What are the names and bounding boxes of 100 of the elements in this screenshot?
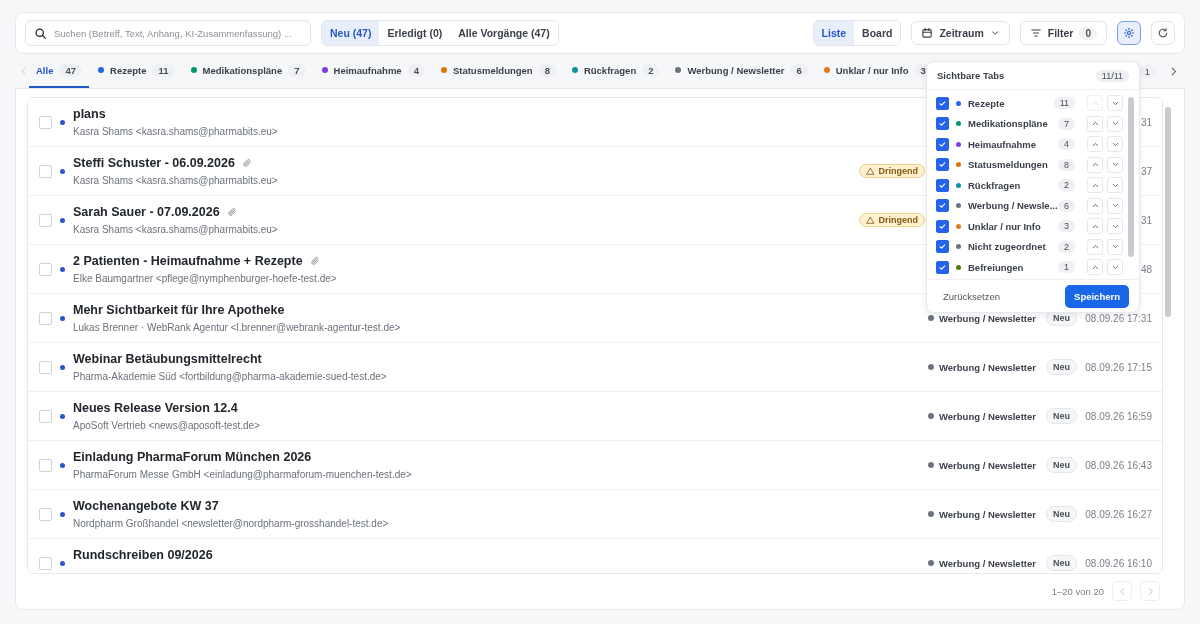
warning-icon [865, 166, 875, 176]
move-up-button[interactable] [1087, 136, 1103, 153]
paperclip-icon [309, 255, 320, 266]
popover-title: Sichtbare Tabs [937, 70, 1005, 81]
mail-time: 08.09.26 16:27 [1085, 508, 1152, 520]
period-dropdown[interactable]: Zeitraum [911, 21, 1010, 45]
tab-label: Medikationspläne [968, 118, 1049, 130]
tab-label: Statusmeldungen [968, 159, 1049, 171]
status-filter-tab[interactable]: Neu (47) [322, 21, 380, 45]
mail-sender: Pharma-Akademie Süd <fortbildung@pharma-akademie-sued-test.de> [73, 370, 388, 383]
category-tab[interactable]: Rezepte 11 [91, 54, 182, 88]
scrollbar-thumb[interactable] [1165, 107, 1171, 317]
row-checkbox[interactable] [39, 360, 52, 374]
move-down-button[interactable] [1107, 177, 1123, 194]
urgent-badge: Dringend [858, 164, 925, 178]
row-checkbox[interactable] [39, 507, 52, 521]
row-checkbox[interactable] [39, 409, 52, 423]
category-tab[interactable]: Heimaufnahme 4 [314, 54, 432, 88]
tab-count: 7 [1058, 117, 1075, 130]
mail-time: 48 [1140, 263, 1152, 275]
tab-checkbox[interactable] [936, 137, 949, 151]
tab-checkbox[interactable] [936, 96, 949, 110]
tab-checkbox[interactable] [936, 117, 949, 131]
status-badge: Neu [1046, 408, 1077, 424]
calendar-icon [921, 27, 934, 39]
page-range: 1–20 von 20 [1051, 585, 1104, 597]
mail-sender: Nordpharm Großhandel <newsletter@nordpharm-grosshandel-test.de> [73, 517, 390, 530]
tab-checkbox[interactable] [936, 158, 949, 172]
move-down-button[interactable] [1107, 259, 1123, 276]
reset-button[interactable]: Zurücksetzen [943, 290, 1001, 302]
move-down-button[interactable] [1107, 136, 1123, 153]
move-down-button[interactable] [1107, 95, 1123, 112]
category-tab[interactable]: Rückfragen 2 [564, 54, 667, 88]
tab-count: 8 [538, 63, 556, 77]
mail-sender: Kasra Shams <kasra.shams@pharmabits.eu> [73, 125, 279, 138]
paperclip-icon [226, 206, 237, 217]
move-up-button[interactable] [1087, 156, 1103, 173]
mail-time: 08.09.26 16:10 [1085, 557, 1152, 569]
move-down-button[interactable] [1107, 115, 1123, 132]
tab-checkbox[interactable] [936, 260, 949, 274]
chevron-left-icon[interactable] [19, 66, 29, 76]
search-field[interactable]: Suchen (Betreff, Text, Anhang, KI-Zusammenfassung) ... [25, 20, 311, 46]
mail-subject: Mehr Sichtbarkeit für Ihre Apotheke [73, 302, 285, 317]
move-down-button[interactable] [1107, 156, 1123, 173]
refresh-button[interactable] [1151, 21, 1175, 45]
category-label: Werbung / Newsletter [939, 508, 1036, 520]
tab-checkbox[interactable] [936, 199, 949, 213]
category-tab[interactable]: Statusmeldungen 8 [433, 54, 563, 88]
mail-sender: Elke Baumgartner <pflege@nymphenburger-hoefe-test.de> [73, 272, 338, 285]
next-page-button[interactable] [1140, 581, 1160, 601]
tab-checkbox[interactable] [936, 219, 949, 233]
row-checkbox[interactable] [39, 458, 52, 472]
filter-button[interactable]: Filter 0 [1019, 21, 1107, 45]
category-tab[interactable]: Alle 47 [29, 54, 89, 88]
tab-count: 4 [1058, 138, 1075, 151]
scrollbar-thumb[interactable] [1128, 97, 1134, 257]
tab-checkbox[interactable] [936, 240, 949, 254]
move-up-button[interactable] [1087, 197, 1103, 214]
view-toggle[interactable]: Liste [813, 21, 855, 45]
tab-label: Heimaufnahme [968, 138, 1038, 150]
move-up-button[interactable] [1087, 177, 1103, 194]
category-dot [928, 462, 934, 468]
move-up-button[interactable] [1087, 115, 1103, 132]
refresh-icon [1157, 27, 1169, 39]
tab-count: 1 [1058, 261, 1075, 274]
row-checkbox[interactable] [39, 262, 52, 276]
tab-settings-button[interactable] [1117, 21, 1141, 45]
category-tab[interactable]: Werbung / Newsletter 6 [668, 54, 815, 88]
row-checkbox[interactable] [39, 164, 52, 178]
move-up-button[interactable] [1087, 218, 1103, 235]
tab-count: 4 [407, 63, 425, 77]
tab-count: 11 [1053, 97, 1075, 110]
move-up-button[interactable] [1087, 259, 1103, 276]
mail-subject: Rundschreiben 09/2026 [73, 547, 213, 562]
previous-page-button[interactable] [1112, 581, 1132, 601]
tab-count: 2 [642, 63, 660, 77]
move-up-button[interactable] [1087, 238, 1103, 255]
category-tab[interactable]: Medikationspläne 7 [183, 54, 313, 88]
tab-checkbox[interactable] [936, 178, 949, 192]
move-down-button[interactable] [1107, 197, 1123, 214]
category-dot [928, 315, 934, 321]
tab-count: 6 [1058, 199, 1075, 212]
save-button[interactable]: Speichern [1065, 284, 1129, 308]
mail-sender: Lukas Brenner · WebRank Agentur <l.brenner@webrank-agentur-test.de> [73, 321, 402, 334]
tab-count: 6 [790, 63, 808, 77]
row-checkbox[interactable] [39, 213, 52, 227]
search-icon [34, 26, 47, 40]
filter-icon [1029, 27, 1042, 39]
move-down-button[interactable] [1107, 238, 1123, 255]
row-checkbox[interactable] [39, 311, 52, 325]
row-checkbox[interactable] [39, 115, 52, 129]
tab-count: 11 [152, 63, 175, 77]
row-checkbox[interactable] [39, 556, 52, 570]
tab-label: Unklar / nur Info [968, 220, 1042, 232]
tab-label: Nicht zugeordnet [968, 241, 1047, 253]
move-down-button[interactable] [1107, 218, 1123, 235]
mail-sender: PharmaForum Messe GmbH <einladung@pharmaforum-muenchen-test.de> [73, 468, 413, 481]
tab-label: Werbung / Newsle... [968, 200, 1058, 212]
tab-label: Rezepte [968, 97, 1006, 109]
tab-count: 2 [1058, 179, 1075, 192]
